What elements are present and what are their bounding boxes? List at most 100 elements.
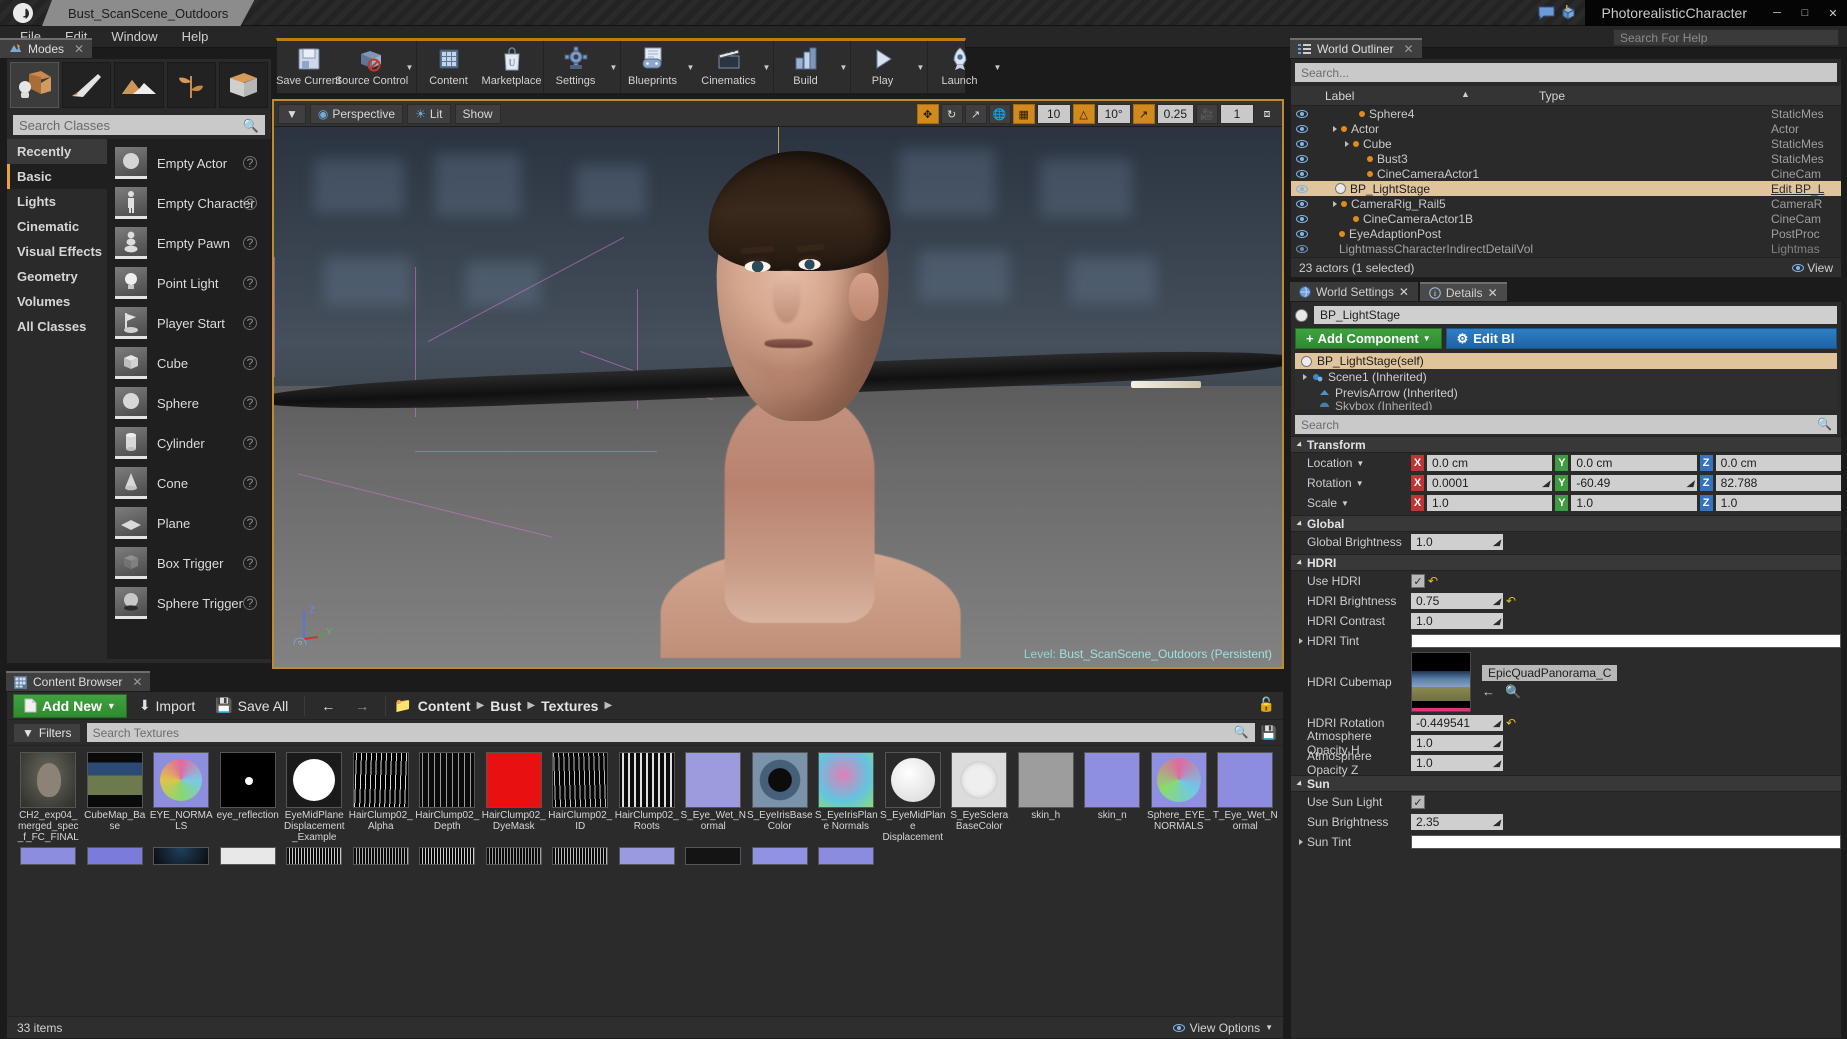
chevron-down-icon[interactable]: ▼ [914,41,927,93]
blueprints-button[interactable]: Blueprints [621,41,684,93]
location-x-field[interactable]: 0.0 cm [1427,455,1552,471]
geometry-mode-icon[interactable] [219,62,268,108]
tab-modes[interactable]: Modes ✕ [0,38,92,58]
visibility-eye-icon[interactable] [1291,230,1313,238]
hdri-cubemap-thumbnail[interactable] [1411,652,1471,712]
table-row[interactable]: Actor Actor [1291,121,1841,136]
perspective-button[interactable]: ◉ Perspective [310,104,403,124]
scale-y-field[interactable]: 1.0 [1571,495,1696,511]
light-panel-mesh[interactable] [1131,381,1201,388]
help-icon[interactable]: ? [243,516,257,530]
asset-tile[interactable]: HairClump02_Depth [414,752,481,843]
list-item[interactable]: Cone ? [107,463,271,503]
help-icon[interactable]: ? [243,476,257,490]
list-item[interactable]: Sphere Trigger ? [107,583,271,623]
rotation-x-field[interactable]: 0.0001◢ [1427,475,1552,491]
landscape-mode-icon[interactable] [114,62,163,108]
expander-icon[interactable] [1296,559,1303,566]
rotation-z-field[interactable]: 82.788 [1716,475,1841,491]
marketplace-icon[interactable] [1557,2,1579,24]
breadcrumb-textures[interactable]: Textures [541,698,598,714]
section-sun[interactable]: Sun [1291,775,1841,792]
category-visual-effects[interactable]: Visual Effects [7,239,107,264]
help-icon[interactable]: ? [243,556,257,570]
table-row[interactable]: EyeAdaptionPost PostProc [1291,226,1841,241]
asset-tile[interactable]: S_EyeIrisPlane Normals [813,752,880,843]
level-viewport[interactable]: ▼ ◉ Perspective ☀ Lit Show ✥ ↻ ↗ 🌐 ▦ 10 … [272,99,1284,669]
asset-tile[interactable]: EYE_NORMALS [148,752,215,843]
asset-tile[interactable] [680,847,747,865]
expander-icon[interactable] [1296,520,1303,527]
visibility-eye-icon[interactable] [1291,215,1313,223]
play-button[interactable]: Play [851,41,914,93]
expander-icon[interactable] [1296,441,1303,448]
asset-tile[interactable] [281,847,348,865]
category-geometry[interactable]: Geometry [7,264,107,289]
bust-character-mesh[interactable] [653,143,983,633]
expander-icon[interactable] [1303,374,1307,380]
content-browser-search-input[interactable]: Search Textures 🔍 [87,723,1255,742]
column-type[interactable]: Type [1535,89,1565,103]
asset-tile[interactable] [747,847,814,865]
help-icon[interactable]: ? [243,316,257,330]
component-row-selected[interactable]: BP_LightStage(self) [1295,353,1837,369]
hdri-rotation-field[interactable]: -0.449541◢ [1411,715,1503,731]
component-row[interactable]: PrevisArrow (Inherited) [1295,385,1837,401]
transform-rotate-icon[interactable]: ↻ [941,104,963,124]
asset-tile[interactable]: skin_h [1013,752,1080,843]
column-label[interactable]: Label [1291,89,1535,103]
visibility-eye-icon[interactable] [1291,170,1313,178]
expander-icon[interactable] [1296,780,1303,787]
visibility-eye-icon[interactable] [1291,245,1313,253]
component-row[interactable]: Scene1 (Inherited) [1295,369,1837,385]
save-all-button[interactable]: 💾 Save All [207,697,296,714]
table-row[interactable]: CineCameraActor1 CineCam [1291,166,1841,181]
component-row[interactable]: Skybox (Inherited) [1295,401,1837,410]
project-tab[interactable]: Bust_ScanScene_Outdoors [42,0,254,26]
revert-icon[interactable]: ↶ [1428,574,1438,588]
asset-tile[interactable]: S_Eye_Wet_Normal [680,752,747,843]
marketplace-button[interactable]: U Marketplace [480,41,543,93]
asset-tile[interactable]: eye_reflection [215,752,282,843]
settings-button[interactable]: Settings [544,41,607,93]
actor-name-field[interactable]: BP_LightStage [1314,306,1837,324]
rotation-y-field[interactable]: -60.49◢ [1571,475,1696,491]
help-icon[interactable]: ? [243,196,257,210]
list-item[interactable]: Empty Pawn ? [107,223,271,263]
build-button[interactable]: Build [774,41,837,93]
location-z-field[interactable]: 0.0 cm [1716,455,1841,471]
list-item[interactable]: Point Light ? [107,263,271,303]
expander-icon[interactable] [1345,141,1349,147]
asset-tile[interactable]: S_EyeSclera BaseColor [946,752,1013,843]
scale-snap-value[interactable]: 0.25 [1157,104,1194,124]
sun-tint-color-swatch[interactable] [1411,835,1841,849]
global-brightness-field[interactable]: 1.0◢ [1411,534,1503,550]
help-icon[interactable]: ? [243,276,257,290]
viewport-3d-scene[interactable]: Z Y ? Level: Bust_ScanScene_Outdoors (Pe… [274,127,1282,667]
table-row[interactable]: Cube StaticMes [1291,136,1841,151]
category-cinematic[interactable]: Cinematic [7,214,107,239]
expander-icon[interactable] [1299,839,1303,845]
content-button[interactable]: Content [417,41,480,93]
hdri-brightness-field[interactable]: 0.75◢ [1411,593,1503,609]
table-row[interactable]: CineCameraActor1B CineCam [1291,211,1841,226]
maximize-button[interactable]: □ [1791,0,1819,26]
table-row[interactable]: LightmassCharacterIndirectDetailVol Ligh… [1291,241,1841,256]
expander-icon[interactable] [1299,638,1303,644]
list-item[interactable]: Box Trigger ? [107,543,271,583]
asset-tile[interactable]: S_EyeMidPlane Displacement [880,752,947,843]
tab-details[interactable]: i Details ✕ [1420,282,1507,301]
lock-icon[interactable]: 🔓 [1258,696,1275,713]
use-sun-light-checkbox[interactable]: ✓ [1411,795,1425,809]
visibility-eye-icon[interactable] [1291,155,1313,163]
close-icon[interactable]: ✕ [132,675,142,689]
chevron-down-icon[interactable]: ▼ [991,41,1004,93]
tab-content-browser[interactable]: Content Browser ✕ [6,671,150,691]
chevron-down-icon[interactable]: ▼ [1341,499,1349,508]
category-lights[interactable]: Lights [7,189,107,214]
view-options-button[interactable]: View Options ▼ [1173,1021,1273,1035]
asset-tile[interactable]: HairClump02_Alpha [348,752,415,843]
revert-icon[interactable]: ↶ [1506,594,1516,608]
source-control-button[interactable]: Source Control [340,41,403,93]
asset-tile[interactable]: HairClump02_Roots [614,752,681,843]
